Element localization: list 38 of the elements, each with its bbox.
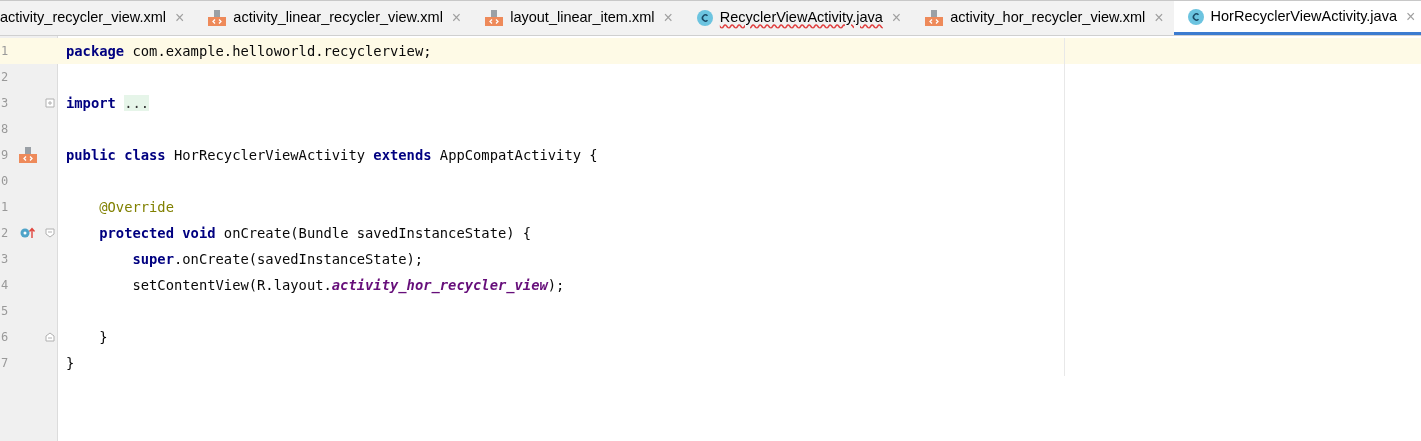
line-number: 3 — [0, 95, 10, 112]
line-number: 6 — [0, 329, 10, 346]
line-number: 0 — [0, 173, 10, 190]
tab-label: RecyclerViewActivity.java — [719, 8, 883, 28]
line-number: 7 — [0, 355, 10, 372]
override-icon[interactable] — [20, 227, 36, 239]
line-number: 1 — [0, 43, 10, 60]
tab-label: HorRecyclerViewActivity.java — [1210, 6, 1397, 26]
code-line: protected void onCreate(Bundle savedInstanceState) { — [98, 223, 532, 243]
editor-tab[interactable]: HorRecyclerViewActivity.java × — [1173, 1, 1421, 35]
line-number: 3 — [0, 251, 10, 268]
line-number: 2 — [0, 225, 10, 242]
tab-label: activity_linear_recycler_view.xml — [233, 8, 443, 28]
editor-tab[interactable]: activity_hor_recycler_view.xml × — [911, 1, 1174, 35]
line-number: 9 — [0, 147, 10, 164]
tab-label: layout_linear_item.xml — [510, 8, 655, 28]
line-number: 1 — [0, 199, 10, 216]
editor-tab[interactable]: activity_recycler_view.xml × — [0, 1, 195, 35]
code-line: package com.example.helloworld.recyclerview; — [66, 41, 432, 61]
editor-tab[interactable]: RecyclerViewActivity.java × — [682, 1, 912, 35]
line-number: 2 — [0, 69, 10, 86]
editor-tab[interactable]: activity_linear_recycler_view.xml × — [194, 1, 472, 35]
code-line: } — [66, 353, 75, 373]
code-line: @Override — [98, 197, 174, 217]
code-line: } — [98, 327, 108, 347]
collapse-fold-icon[interactable] — [45, 228, 55, 238]
collapse-fold-icon[interactable] — [45, 332, 55, 342]
code-line: setContentView(R.layout.activity_hor_recycler_view); — [131, 275, 565, 296]
code-line: import ... — [66, 93, 150, 113]
editor-tab[interactable]: layout_linear_item.xml × — [471, 1, 683, 35]
code-line: public class HorRecyclerViewActivity extends AppCompatActivity { — [66, 145, 598, 165]
tab-label: activity_hor_recycler_view.xml — [950, 8, 1146, 28]
expand-fold-icon[interactable] — [45, 98, 55, 108]
line-number: 8 — [0, 121, 10, 138]
line-number: 5 — [0, 303, 10, 320]
code-line: super.onCreate(savedInstanceState); — [131, 249, 424, 269]
tab-label: activity_recycler_view.xml — [0, 8, 166, 28]
line-number: 4 — [0, 277, 10, 294]
